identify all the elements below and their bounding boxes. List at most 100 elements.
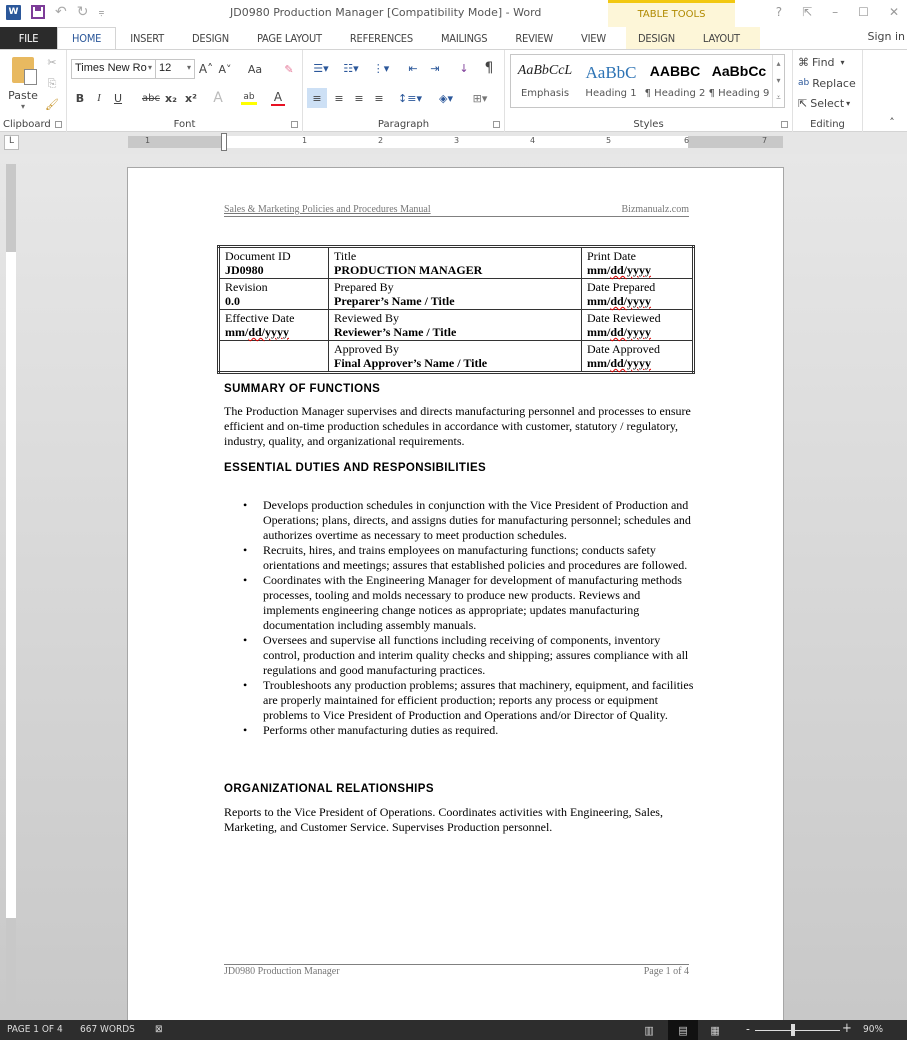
gallery-up-icon[interactable]: ▴ xyxy=(776,59,780,68)
increase-indent-icon[interactable]: ⇥ xyxy=(425,60,445,76)
borders-icon[interactable]: ⊞▾ xyxy=(465,88,495,108)
font-color-button[interactable]: A xyxy=(270,90,286,106)
undo-icon[interactable]: ↶ xyxy=(55,4,67,20)
align-center-icon[interactable]: ≡ xyxy=(329,88,349,108)
info-table-cell[interactable]: Prepared By Preparer’s Name / Title xyxy=(328,278,582,310)
tab-insert[interactable]: INSERT xyxy=(116,27,178,49)
paragraph-launcher-icon[interactable] xyxy=(493,121,500,128)
word-icon[interactable]: W xyxy=(6,4,21,20)
clipboard-launcher-icon[interactable] xyxy=(55,121,62,128)
clear-formatting-icon[interactable]: ✎ xyxy=(281,61,297,77)
sort-icon[interactable]: ↓ xyxy=(455,60,473,76)
tab-table-design[interactable]: DESIGN xyxy=(625,27,689,49)
zoom-out-button[interactable]: - xyxy=(746,1022,750,1036)
copy-icon[interactable]: ⎘ xyxy=(44,76,60,92)
zoom-slider[interactable] xyxy=(755,1030,840,1031)
select-button[interactable]: ⇱ Select ▾ xyxy=(798,95,850,111)
styles-launcher-icon[interactable] xyxy=(781,121,788,128)
bold-button[interactable]: B xyxy=(73,90,87,106)
vertical-ruler[interactable] xyxy=(6,164,16,1007)
italic-button[interactable]: I xyxy=(92,90,106,106)
tab-references[interactable]: REFERENCES xyxy=(336,27,427,49)
tab-table-layout[interactable]: LAYOUT xyxy=(688,27,760,49)
info-table-cell[interactable]: Title PRODUCTION MANAGER xyxy=(328,246,582,279)
tab-page-layout[interactable]: PAGE LAYOUT xyxy=(243,27,336,49)
tab-review[interactable]: REVIEW xyxy=(501,27,567,49)
info-table-cell[interactable]: Date Approved mm/dd/yyyy xyxy=(581,340,694,373)
save-icon[interactable] xyxy=(31,5,45,19)
line-spacing-icon[interactable]: ↕≡▾ xyxy=(397,88,423,108)
info-table-cell[interactable]: Date Reviewed mm/dd/yyyy xyxy=(581,309,694,341)
tab-design[interactable]: DESIGN xyxy=(178,27,243,49)
strikethrough-button[interactable]: abc xyxy=(141,90,161,106)
spelling-error-mark[interactable]: dd/yyyy xyxy=(610,263,651,277)
shrink-font-button[interactable]: A˅ xyxy=(217,61,233,77)
word-count[interactable]: 667 WORDS xyxy=(80,1024,135,1035)
bullets-icon[interactable]: ☰▾ xyxy=(309,60,333,76)
numbering-icon[interactable]: ☷▾ xyxy=(339,60,363,76)
info-table-cell[interactable]: Effective Date mm/dd/yyyy xyxy=(218,309,329,341)
change-case-button[interactable]: Aa xyxy=(243,61,267,77)
subscript-button[interactable]: x₂ xyxy=(163,90,179,106)
redo-icon[interactable]: ↻ xyxy=(77,4,89,20)
format-painter-icon[interactable]: 🖌 xyxy=(44,96,60,112)
minimize-icon[interactable]: – xyxy=(832,5,838,19)
show-formatting-button[interactable]: ¶ xyxy=(481,60,497,76)
justify-icon[interactable]: ≡ xyxy=(369,88,389,108)
zoom-in-button[interactable]: + xyxy=(842,1021,852,1036)
info-table-cell[interactable]: Approved By Final Approver’s Name / Title xyxy=(328,340,582,373)
zoom-slider-thumb[interactable] xyxy=(790,1024,795,1036)
decrease-indent-icon[interactable]: ⇤ xyxy=(403,60,423,76)
collapse-ribbon-icon[interactable]: ˄ xyxy=(885,116,899,129)
replace-button[interactable]: ab Replace xyxy=(798,75,856,91)
grow-font-button[interactable]: A˄ xyxy=(198,61,214,77)
web-layout-icon[interactable]: ▦ xyxy=(700,1020,730,1040)
spelling-error-mark[interactable]: dd/yyyy xyxy=(610,294,651,308)
document-page[interactable]: Sales & Marketing Policies and Procedure… xyxy=(127,167,784,1023)
tab-view[interactable]: VIEW xyxy=(567,27,626,49)
superscript-button[interactable]: x² xyxy=(183,90,199,106)
font-name-dropdown[interactable]: Times New Ro ▾ xyxy=(71,59,156,79)
paste-button[interactable]: Paste ▾ xyxy=(6,54,40,114)
info-table-cell[interactable]: Date Prepared mm/dd/yyyy xyxy=(581,278,694,310)
font-size-dropdown[interactable]: 12 ▾ xyxy=(155,59,195,79)
font-launcher-icon[interactable] xyxy=(291,121,298,128)
tab-mailings[interactable]: MAILINGS xyxy=(427,27,501,49)
tab-selector[interactable]: L xyxy=(4,135,19,150)
style-heading-1[interactable]: AaBbC Heading 1 xyxy=(579,55,643,107)
sign-in-link[interactable]: Sign in xyxy=(867,30,905,43)
info-table-cell[interactable]: Reviewed By Reviewer’s Name / Title xyxy=(328,309,582,341)
gallery-more-icon[interactable]: ⩡ xyxy=(776,93,781,103)
spelling-error-mark[interactable]: dd/yyyy xyxy=(248,325,289,339)
align-left-icon[interactable]: ≡ xyxy=(307,88,327,108)
text-effects-icon[interactable]: A xyxy=(210,90,226,106)
cut-icon[interactable]: ✂ xyxy=(44,54,60,70)
info-table-cell[interactable] xyxy=(218,340,329,373)
shading-icon[interactable]: ◈▾ xyxy=(431,88,461,108)
zoom-level[interactable]: 90% xyxy=(863,1024,883,1035)
gallery-scrollbar[interactable]: ▴ ▾ ⩡ xyxy=(772,55,784,107)
style-heading-9[interactable]: AaBbCc ¶ Heading 9 xyxy=(707,55,771,107)
maximize-icon[interactable]: ☐ xyxy=(858,5,869,19)
tab-file[interactable]: FILE xyxy=(0,27,57,49)
close-icon[interactable]: ✕ xyxy=(889,5,899,19)
ribbon-display-options-icon[interactable]: ⇱ xyxy=(802,5,812,19)
info-table-cell[interactable]: Document ID JD0980 xyxy=(218,246,329,279)
multilevel-list-icon[interactable]: ⋮▾ xyxy=(369,60,393,76)
underline-button[interactable]: U xyxy=(111,90,125,106)
find-button[interactable]: ⌘ Find ▾ xyxy=(798,54,845,70)
proofing-icon[interactable]: ⊠ xyxy=(155,1024,163,1035)
page-count[interactable]: PAGE 1 OF 4 xyxy=(7,1024,63,1035)
style-heading-2[interactable]: AABBC ¶ Heading 2 xyxy=(643,55,707,107)
align-right-icon[interactable]: ≡ xyxy=(349,88,369,108)
indent-marker[interactable] xyxy=(221,133,227,151)
spelling-error-mark[interactable]: dd/yyyy xyxy=(610,325,651,339)
info-table-cell[interactable]: Revision 0.0 xyxy=(218,278,329,310)
style-emphasis[interactable]: AaBbCcL Emphasis xyxy=(513,55,577,107)
horizontal-ruler[interactable]: 1 1 2 3 4 5 6 7 xyxy=(128,133,783,151)
customize-qat-icon[interactable]: ⩦ xyxy=(98,7,104,18)
spelling-error-mark[interactable]: dd/yyyy xyxy=(610,356,651,370)
gallery-down-icon[interactable]: ▾ xyxy=(776,76,780,85)
print-layout-icon[interactable]: ▤ xyxy=(668,1020,698,1040)
info-table-cell[interactable]: Print Date mm/dd/yyyy xyxy=(581,246,694,279)
